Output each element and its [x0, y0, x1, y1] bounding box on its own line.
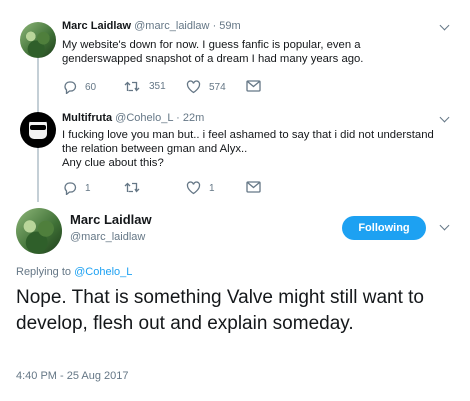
reply-icon: [64, 81, 77, 94]
reply-button[interactable]: 60: [62, 80, 96, 94]
replying-to-prefix: Replying to: [16, 266, 72, 278]
chevron-down-icon[interactable]: [439, 112, 450, 123]
avatar[interactable]: [16, 208, 62, 254]
retweet-button[interactable]: [124, 181, 149, 194]
like-icon: [186, 181, 201, 195]
dm-icon: [246, 181, 261, 193]
tweet-header: Marc Laidlaw @marc_laidlaw · 59m: [62, 20, 241, 32]
following-button[interactable]: Following: [342, 216, 426, 240]
dm-button[interactable]: [246, 80, 261, 92]
reply-icon: [64, 182, 77, 195]
reply-count: 60: [85, 81, 97, 93]
chevron-down-icon[interactable]: [439, 220, 450, 231]
tweet-text-line: I fucking love you man but.. i feel asha…: [62, 129, 434, 141]
author-name[interactable]: Marc Laidlaw: [70, 212, 152, 227]
dm-icon: [246, 80, 261, 92]
author-handle[interactable]: @marc_laidlaw: [70, 231, 145, 243]
avatar[interactable]: [20, 22, 56, 58]
like-button[interactable]: 1: [186, 181, 215, 195]
tweet-actions: 60 351 574: [62, 80, 422, 96]
retweet-icon: [124, 182, 140, 193]
tweet-text-line: the relation between gman and Alyx..: [62, 143, 248, 155]
author-name[interactable]: Marc Laidlaw: [62, 20, 131, 32]
tweet-time[interactable]: 22m: [183, 112, 204, 124]
replying-to-mention[interactable]: @Cohelo_L: [74, 266, 132, 278]
author-handle[interactable]: @marc_laidlaw: [134, 20, 209, 32]
reply-button[interactable]: 1: [62, 181, 91, 195]
author-name[interactable]: Multifruta: [62, 112, 112, 124]
reply-tweet-1[interactable]: Marc Laidlaw @marc_laidlaw · 59m My webs…: [0, 0, 470, 102]
tweet-timestamp[interactable]: 4:40 PM - 25 Aug 2017: [16, 370, 129, 382]
replying-to: Replying to @Cohelo_L: [16, 266, 132, 278]
dm-button[interactable]: [246, 181, 261, 193]
tweet-text: I fucking love you man but.. i feel asha…: [62, 128, 462, 170]
main-tweet-text: Nope. That is something Valve might stil…: [16, 287, 424, 334]
tweet-actions: 1 1: [62, 181, 422, 197]
like-icon: [186, 80, 201, 94]
reply-count: 1: [85, 182, 91, 194]
chevron-down-icon[interactable]: [439, 20, 450, 31]
avatar[interactable]: [20, 112, 56, 148]
tweet-header: Multifruta @Cohelo_L · 22m: [62, 112, 205, 124]
reply-tweet-2[interactable]: Multifruta @Cohelo_L · 22m I fucking lov…: [0, 102, 470, 198]
retweet-count: 351: [149, 81, 166, 92]
retweet-button[interactable]: 351: [124, 80, 166, 93]
tweet-text: My website's down for now. I guess fanfi…: [62, 39, 364, 65]
like-button[interactable]: 574: [186, 80, 226, 94]
retweet-icon: [124, 81, 140, 92]
author-handle[interactable]: @Cohelo_L: [115, 112, 173, 124]
tweet-text-line: Any clue about this?: [62, 157, 164, 169]
like-count: 1: [209, 182, 215, 194]
tweet-time[interactable]: 59m: [219, 20, 240, 32]
like-count: 574: [209, 81, 226, 93]
